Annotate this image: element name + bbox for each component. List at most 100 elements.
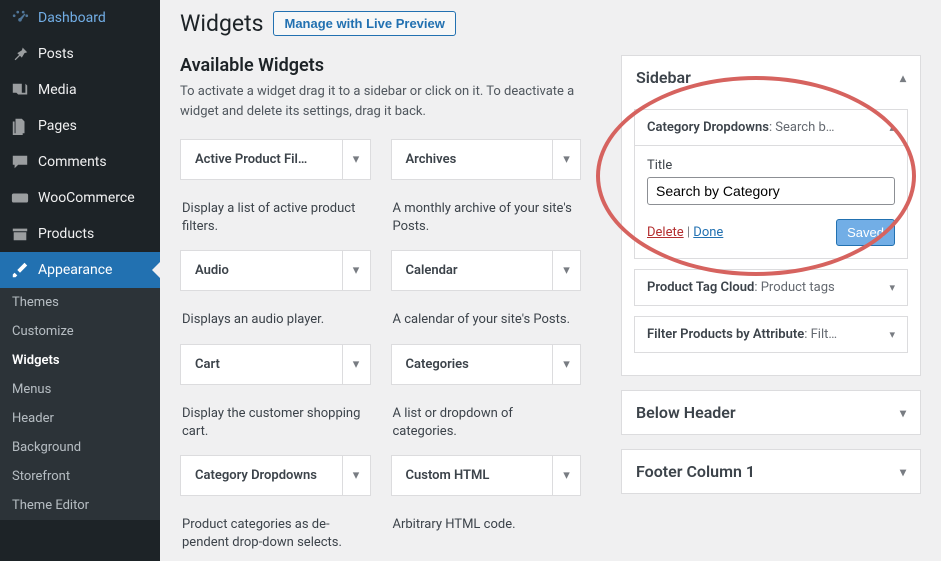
nav-label: Dashboard bbox=[38, 10, 106, 26]
placed-widget-name: Product Tag Cloud: Product tags bbox=[647, 280, 881, 295]
widget-title: Categories bbox=[392, 345, 553, 384]
saved-button[interactable]: Saved bbox=[836, 219, 895, 246]
widget-title-input[interactable] bbox=[647, 177, 895, 205]
subnav-item-storefront[interactable]: Storefront bbox=[0, 462, 160, 491]
chevron-down-icon[interactable]: ▾ bbox=[342, 456, 370, 495]
nav-item-posts[interactable]: Posts bbox=[0, 36, 160, 72]
available-widget[interactable]: Audio▾ bbox=[180, 250, 371, 291]
gauge-icon bbox=[10, 8, 30, 28]
main-content: Widgets Manage with Live Preview Availab… bbox=[160, 0, 941, 561]
subnav-item-header[interactable]: Header bbox=[0, 404, 160, 433]
widget-description: A monthly archive of your site's Posts. bbox=[391, 190, 582, 240]
widget-area-sidebar: Sidebar ▴ Category Dropdowns: Search b… ▴ Ti… bbox=[621, 55, 921, 376]
chevron-down-icon[interactable]: ▾ bbox=[342, 345, 370, 384]
delete-link[interactable]: Delete bbox=[647, 225, 684, 240]
placed-widget-name: Category Dropdowns: Search b… bbox=[647, 120, 881, 135]
widget-area-title: Below Header bbox=[636, 403, 736, 422]
available-widgets-heading: Available Widgets bbox=[180, 55, 581, 76]
nav-label: Posts bbox=[38, 46, 74, 62]
field-label-title: Title bbox=[647, 158, 895, 173]
available-widget[interactable]: Calendar▾ bbox=[391, 250, 582, 291]
chevron-down-icon: ▾ bbox=[889, 281, 895, 294]
placed-widget-header[interactable]: Category Dropdowns: Search b… ▴ bbox=[635, 110, 907, 145]
page-title: Widgets bbox=[180, 10, 263, 37]
separator: | bbox=[687, 225, 690, 240]
chevron-down-icon[interactable]: ▾ bbox=[552, 251, 580, 290]
widget-description: A calendar of your site's Posts. bbox=[391, 301, 582, 333]
widget-description: Display the customer shop­ping cart. bbox=[180, 395, 371, 445]
chevron-down-icon: ▾ bbox=[900, 406, 906, 420]
chevron-down-icon: ▾ bbox=[889, 328, 895, 341]
widget-description: Displays an audio player. bbox=[180, 301, 371, 333]
nav-label: Comments bbox=[38, 154, 107, 170]
nav-item-appearance[interactable]: Appearance bbox=[0, 252, 160, 288]
placed-widget: Filter Products by Attribute: Filt… ▾ bbox=[634, 316, 908, 353]
widget-area-header[interactable]: Footer Column 1 ▾ bbox=[622, 450, 920, 493]
chevron-down-icon[interactable]: ▾ bbox=[342, 140, 370, 179]
placed-widget-header[interactable]: Product Tag Cloud: Product tags ▾ bbox=[635, 270, 907, 305]
available-widgets-description: To activate a widget drag it to a sideba… bbox=[180, 82, 581, 121]
widget-area-header[interactable]: Sidebar ▴ bbox=[622, 56, 920, 99]
widget-description: Arbitrary HTML code. bbox=[391, 506, 582, 556]
widget-area-title: Footer Column 1 bbox=[636, 462, 755, 481]
pin-icon bbox=[10, 44, 30, 64]
widget-title: Calendar bbox=[392, 251, 553, 290]
widget-title: Category Dropdowns bbox=[181, 456, 342, 495]
admin-sidebar: Dashboard Posts Media Pages Comments WooComme… bbox=[0, 0, 160, 561]
chevron-up-icon: ▴ bbox=[889, 121, 895, 134]
placed-widget-body: Title Delete | Done Saved bbox=[635, 145, 907, 258]
widget-description: A list or dropdown of categories. bbox=[391, 395, 582, 445]
archive-icon bbox=[10, 224, 30, 244]
widget-description: Product categories as de­pendent drop-do… bbox=[180, 506, 371, 556]
nav-label: Appearance bbox=[38, 262, 112, 278]
placed-widget: Product Tag Cloud: Product tags ▾ bbox=[634, 269, 908, 306]
media-icon bbox=[10, 80, 30, 100]
widget-title: Cart bbox=[181, 345, 342, 384]
chevron-down-icon: ▾ bbox=[900, 465, 906, 479]
nav-item-products[interactable]: Products bbox=[0, 216, 160, 252]
chevron-down-icon[interactable]: ▾ bbox=[552, 456, 580, 495]
chevron-down-icon[interactable]: ▾ bbox=[552, 140, 580, 179]
nav-item-media[interactable]: Media bbox=[0, 72, 160, 108]
nav-label: WooCommerce bbox=[38, 190, 135, 206]
subnav-item-menus[interactable]: Menus bbox=[0, 375, 160, 404]
placed-widget: Category Dropdowns: Search b… ▴ Title Delet… bbox=[634, 109, 908, 259]
widget-area-title: Sidebar bbox=[636, 68, 691, 87]
widget-area-footer-column-1: Footer Column 1 ▾ bbox=[621, 449, 921, 494]
subnav-item-background[interactable]: Background bbox=[0, 433, 160, 462]
nav-label: Pages bbox=[38, 118, 77, 134]
widget-description: Display a list of active prod­uct filter… bbox=[180, 190, 371, 240]
brush-icon bbox=[10, 260, 30, 280]
available-widget[interactable]: Archives▾ bbox=[391, 139, 582, 180]
widget-title: Archives bbox=[392, 140, 553, 179]
manage-live-preview-button[interactable]: Manage with Live Preview bbox=[273, 11, 455, 36]
subnav-item-customize[interactable]: Customize bbox=[0, 317, 160, 346]
widget-title: Custom HTML bbox=[392, 456, 553, 495]
available-widget[interactable]: Category Dropdowns▾ bbox=[180, 455, 371, 496]
subnav-item-widgets[interactable]: Widgets bbox=[0, 346, 160, 375]
available-widget[interactable]: Cart▾ bbox=[180, 344, 371, 385]
nav-item-woocommerce[interactable]: WooCommerce bbox=[0, 180, 160, 216]
nav-item-comments[interactable]: Comments bbox=[0, 144, 160, 180]
chevron-up-icon: ▴ bbox=[900, 71, 906, 85]
chevron-down-icon[interactable]: ▾ bbox=[552, 345, 580, 384]
woo-icon bbox=[10, 188, 30, 208]
widget-title: Audio bbox=[181, 251, 342, 290]
available-widget[interactable]: Active Product Fil…▾ bbox=[180, 139, 371, 180]
available-widget[interactable]: Custom HTML▾ bbox=[391, 455, 582, 496]
placed-widget-header[interactable]: Filter Products by Attribute: Filt… ▾ bbox=[635, 317, 907, 352]
chevron-down-icon[interactable]: ▾ bbox=[342, 251, 370, 290]
nav-item-pages[interactable]: Pages bbox=[0, 108, 160, 144]
done-link[interactable]: Done bbox=[693, 225, 723, 240]
widget-title: Active Product Fil… bbox=[181, 140, 342, 179]
subnav-item-theme-editor[interactable]: Theme Editor bbox=[0, 491, 160, 520]
placed-widget-name: Filter Products by Attribute: Filt… bbox=[647, 327, 881, 342]
subnav-item-themes[interactable]: Themes bbox=[0, 288, 160, 317]
available-widget[interactable]: Categories▾ bbox=[391, 344, 582, 385]
widget-area-below-header: Below Header ▾ bbox=[621, 390, 921, 435]
comment-icon bbox=[10, 152, 30, 172]
widget-area-header[interactable]: Below Header ▾ bbox=[622, 391, 920, 434]
nav-label: Media bbox=[38, 82, 77, 98]
pages-icon bbox=[10, 116, 30, 136]
nav-item-dashboard[interactable]: Dashboard bbox=[0, 0, 160, 36]
